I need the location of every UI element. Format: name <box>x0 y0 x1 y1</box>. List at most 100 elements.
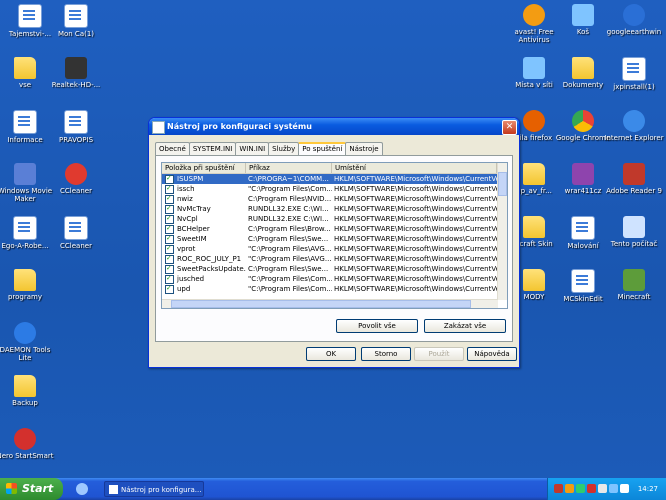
icon-label: jxpinstall(1) <box>613 83 655 91</box>
enable-checkbox[interactable] <box>165 194 174 204</box>
firefox-icon <box>523 110 545 132</box>
enable-checkbox[interactable] <box>165 214 174 224</box>
taskbar-button-msconfig[interactable]: Nástroj pro konfigura... <box>104 481 204 497</box>
tray-icon-safely-remove[interactable] <box>598 484 607 493</box>
tray-icon-network[interactable] <box>576 484 585 493</box>
disable-all-button[interactable]: Zakázat vše <box>424 319 506 333</box>
list-body: ISUSPM C:\PROGRA~1\COMM... HKLM\SOFTWARE\M… <box>162 174 507 294</box>
desktop-icon-googleearth[interactable]: googleearthwin <box>604 4 664 36</box>
list-item[interactable]: nwiz C:\Program Files\NVID...HKLM\SOFTWAR… <box>162 194 507 204</box>
close-button[interactable]: ✕ <box>502 120 517 135</box>
desktop-icon-tento-pocitac[interactable]: Tento počítač <box>604 216 664 248</box>
vertical-scrollbar[interactable] <box>497 163 507 300</box>
desktop-icon-adobe-reader[interactable]: Adobe Reader 9 <box>604 163 664 195</box>
column-header-item[interactable]: Položka při spuštění <box>162 163 246 173</box>
scroll-thumb[interactable] <box>171 300 471 308</box>
tray-icon-avast[interactable] <box>565 484 574 493</box>
tab-obecne[interactable]: Obecné <box>155 142 190 155</box>
desktop-icon-pravopis[interactable]: PRAVOPIS <box>46 110 106 144</box>
enable-checkbox[interactable] <box>165 254 174 264</box>
column-header-location[interactable]: Umístění <box>332 163 497 173</box>
cancel-button[interactable]: Storno <box>361 347 411 361</box>
desktop-icon-internet-explorer[interactable]: Internet Explorer <box>604 110 664 142</box>
desktop-icon-realtek[interactable]: Realtek-HD-... <box>46 57 106 89</box>
tab-win-ini[interactable]: WIN.INI <box>235 142 270 155</box>
tray-icon-adobe[interactable] <box>554 484 563 493</box>
enable-checkbox[interactable] <box>165 244 174 254</box>
start-button[interactable]: Start <box>0 478 63 500</box>
list-item[interactable]: SweetPacksUpdate...C:\Program Files\Swe.… <box>162 264 507 274</box>
enable-checkbox[interactable] <box>165 274 174 284</box>
desktop-icon-ccleaner-2[interactable]: CCleaner <box>46 216 106 250</box>
enable-checkbox[interactable] <box>165 204 174 214</box>
clock[interactable]: 14:27 <box>638 478 658 500</box>
desktop-icon-ccleaner[interactable]: CCleaner <box>46 163 106 195</box>
apply-button[interactable]: Použít <box>414 347 464 361</box>
startup-item-cell: issch <box>162 184 246 194</box>
tab-nastroje[interactable]: Nástroje <box>345 142 383 155</box>
winrar-icon <box>572 163 594 185</box>
tab-sluzby[interactable]: Služby <box>268 142 300 155</box>
enable-checkbox[interactable] <box>165 284 174 294</box>
desktop-icon-daemon-tools[interactable]: DAEMON Tools Lite <box>0 322 55 362</box>
list-item[interactable]: jusched "C:\Program Files\Com...HKLM\SOFT… <box>162 274 507 284</box>
enable-checkbox[interactable] <box>165 184 174 194</box>
list-item[interactable]: NvCpl RUNDLL32.EXE C:\WI... HKLM\SOFTWARE\… <box>162 214 507 224</box>
enable-checkbox[interactable] <box>165 234 174 244</box>
list-item[interactable]: ISUSPM C:\PROGRA~1\COMM... HKLM\SOFTWARE\M… <box>162 174 507 184</box>
list-item[interactable]: ROC_ROC_JULY_P1 "C:\Program Files\AVG...H… <box>162 254 507 264</box>
startup-location-cell: HKLM\SOFTWARE\Microsoft\Windows\CurrentV… <box>334 265 497 273</box>
desktop-icon-nero[interactable]: Nero StartSmart <box>0 428 55 460</box>
tray-icon-nvidia[interactable] <box>609 484 618 493</box>
startup-location-cell: HKLM\SOFTWARE\Microsoft\Windows\CurrentV… <box>334 245 497 253</box>
desktop-icon-jxpinstall[interactable]: jxpinstall(1) <box>604 57 664 91</box>
scroll-thumb[interactable] <box>498 172 507 196</box>
document-icon <box>571 269 595 293</box>
list-item[interactable]: upd "C:\Program Files\Com...HKLM\SOFTWARE… <box>162 284 507 294</box>
folder-icon <box>572 57 594 79</box>
desktop-icon-minecraft[interactable]: Minecraft <box>604 269 664 301</box>
desktop-icon-backup[interactable]: Backup <box>0 375 55 407</box>
quick-launch-icon[interactable] <box>76 483 88 495</box>
tray-icon-nero[interactable] <box>587 484 596 493</box>
list-item[interactable]: issch "C:\Program Files\Com...HKLM\SOFTWA… <box>162 184 507 194</box>
document-icon <box>13 110 37 134</box>
column-header-command[interactable]: Příkaz <box>246 163 332 173</box>
startup-location-cell: HKLM\SOFTWARE\Microsoft\Windows\CurrentV… <box>334 255 497 263</box>
help-button[interactable]: Nápověda <box>467 347 517 361</box>
startup-item-name: SweetPacksUpdate... <box>177 265 246 273</box>
list-item[interactable]: NvMcTray RUNDLL32.EXE C:\WI... HKLM\SOFTWA… <box>162 204 507 214</box>
enable-all-button[interactable]: Povolit vše <box>336 319 418 333</box>
title-bar[interactable]: Nástroj pro konfiguraci systému ✕ <box>149 118 519 135</box>
list-item[interactable]: BCHelper C:\Program Files\Brow...HKLM\SOF… <box>162 224 507 234</box>
startup-item-cell: SweetIM <box>162 234 246 244</box>
document-icon <box>18 4 42 28</box>
windows-logo-icon <box>6 483 17 494</box>
startup-location-cell: HKLM\SOFTWARE\Microsoft\Windows\CurrentV… <box>334 275 497 283</box>
startup-item-name: upd <box>177 285 191 293</box>
startup-item-cell: NvMcTray <box>162 204 246 214</box>
paint-icon <box>571 216 595 240</box>
ok-button[interactable]: OK <box>306 347 356 361</box>
list-item[interactable]: SweetIM C:\Program Files\Swe... HKLM\SOFTW… <box>162 234 507 244</box>
tab-system-ini[interactable]: SYSTEM.INI <box>188 142 237 155</box>
taskbar: Start Nástroj pro konfigura... 14:27 <box>0 478 666 500</box>
enable-checkbox[interactable] <box>165 174 174 184</box>
startup-list: Položka při spuštění Příkaz Umístění ISU… <box>161 162 508 309</box>
enable-checkbox[interactable] <box>165 264 174 274</box>
folder-icon <box>523 216 545 238</box>
globe-icon <box>623 4 645 26</box>
enable-checkbox[interactable] <box>165 224 174 234</box>
icon-label: programy <box>7 293 43 301</box>
horizontal-scrollbar[interactable] <box>162 299 498 308</box>
desktop-icon-programy[interactable]: programy <box>0 269 55 301</box>
icon-label: CCleaner <box>60 242 92 250</box>
icon-label: Adobe Reader 9 <box>606 187 662 195</box>
startup-item-name: SweetIM <box>177 235 207 243</box>
list-item[interactable]: vprot "C:\Program Files\AVG...HKLM\SOFTWA… <box>162 244 507 254</box>
volume-icon[interactable] <box>620 484 629 493</box>
startup-command-cell: "C:\Program Files\Com... <box>248 185 332 193</box>
desktop-icon-mon-ca[interactable]: Mon Ca(1) <box>46 4 106 38</box>
startup-location-cell: HKLM\SOFTWARE\Microsoft\Windows\CurrentV… <box>334 285 497 293</box>
startup-location-cell: HKLM\SOFTWARE\Microsoft\Windows\CurrentV… <box>334 175 497 183</box>
